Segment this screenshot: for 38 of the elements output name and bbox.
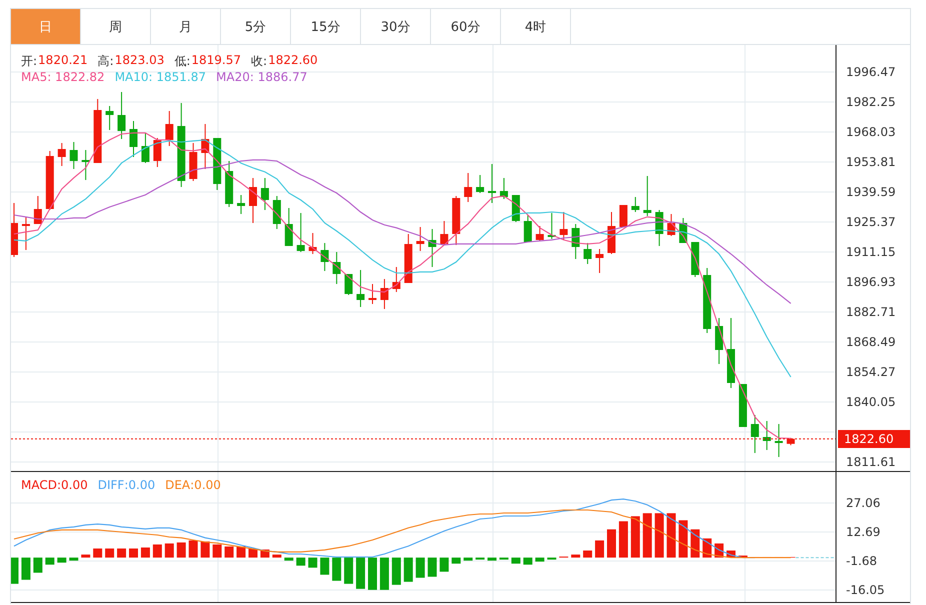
macd-axis-label: -1.68 [846,554,878,568]
price-value: 1819.57 [191,53,242,69]
legend-value: : 1886.77 [250,70,308,84]
price-axis-label: 1953.81 [846,155,896,169]
legend-value: :0.00 [124,478,156,492]
price-axis-label: 1811.61 [846,455,896,469]
price-axis-label: 1925.37 [846,215,896,229]
legend-name: MACD [21,478,57,492]
price-axis-label: 1896.93 [846,275,896,289]
price-value: 1822.60 [268,53,318,69]
price-axis-label: 1840.05 [846,395,896,409]
legend-name: MA20 [216,70,250,84]
price-label: 收: [251,53,268,70]
legend-name: MA10 [114,70,149,84]
legend-value: :0.00 [190,478,221,492]
price-value: 1823.03 [114,53,164,69]
price-axis-label: 1911.15 [846,245,896,259]
legend-value: : 1822.82 [47,70,105,84]
price-value: 1820.21 [38,53,88,69]
price-axis-label: 1868.49 [846,335,896,349]
macd-axis-label: 12.69 [846,524,880,539]
legend-value: :0.00 [56,478,88,492]
price-label: 高: [98,53,114,70]
price-axis-label: 1854.27 [846,365,896,379]
price-axis-label: 1882.71 [846,305,896,319]
price-axis-label: 1996.47 [846,65,896,79]
legend-name: DIFF [98,478,124,492]
price-axis-label: 1968.03 [846,125,896,139]
legend-name: MA5 [21,70,48,84]
macd-axis-label: -16.05 [846,582,885,597]
price-label: 开: [21,53,38,70]
price-label: 低: [174,53,190,70]
price-axis-label: 1982.25 [846,95,896,109]
legend-name: DEA [165,478,190,492]
price-axis-label: 1939.59 [846,185,896,199]
macd-axis-label: 27.06 [846,496,880,510]
current-price-badge: 1822.60 [838,430,910,448]
legend-value: : 1851.87 [148,70,206,84]
